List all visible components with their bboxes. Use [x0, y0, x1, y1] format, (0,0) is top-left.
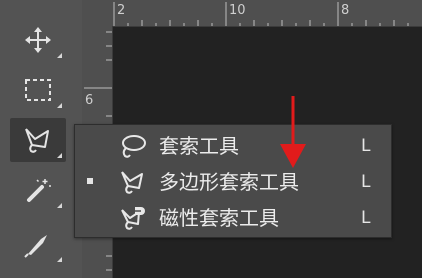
move-arrows-icon [25, 27, 51, 53]
slice-tool-button[interactable] [10, 222, 66, 266]
red-annotation-arrow-icon [280, 96, 306, 168]
knife-icon [24, 235, 47, 258]
move-tool-button[interactable] [10, 18, 66, 62]
menu-item-polygonal-lasso[interactable]: 多边形套索工具 L [75, 164, 391, 200]
magnetic-lasso-icon [121, 207, 145, 230]
menu-item-label: 套索工具 [159, 134, 239, 158]
menu-item-magnetic-lasso[interactable]: 磁性套索工具 L [75, 200, 391, 236]
lasso-tool-button[interactable] [10, 118, 66, 162]
selected-tool-indicator [87, 178, 93, 184]
shortcut-key: L [361, 172, 371, 192]
polygonal-lasso-icon [121, 171, 143, 194]
ruler-label: 6 [85, 93, 94, 108]
menu-item-label: 磁性套索工具 [159, 206, 279, 230]
more-tools-corner-icon [57, 53, 62, 58]
more-tools-corner-icon [57, 103, 62, 108]
photoshop-workspace: 2 10 8 6 套索工具 L 多边形套索工具 L 磁性套索工具 L [0, 0, 422, 278]
marquee-tool-button[interactable] [10, 68, 66, 112]
more-tools-corner-icon [57, 203, 62, 208]
shortcut-key: L [361, 136, 371, 156]
magic-wand-icon [27, 179, 51, 202]
ruler-ticks [113, 2, 409, 26]
lasso-icon [122, 135, 146, 158]
ruler-label: 2 [117, 3, 126, 18]
horizontal-ruler[interactable]: 2 10 8 [82, 0, 422, 27]
polygonal-lasso-icon [25, 128, 49, 153]
more-tools-corner-icon [57, 257, 62, 262]
rectangle-marquee-icon [25, 79, 51, 101]
ruler-label: 8 [341, 3, 350, 18]
magic-wand-tool-button[interactable] [10, 168, 66, 212]
menu-item-lasso[interactable]: 套索工具 L [75, 128, 391, 164]
tools-panel [0, 0, 82, 278]
lasso-tools-flyout-menu: 套索工具 L 多边形套索工具 L 磁性套索工具 L [74, 124, 392, 238]
ruler-label: 10 [229, 3, 246, 18]
more-tools-corner-icon [57, 153, 62, 158]
shortcut-key: L [361, 208, 371, 228]
